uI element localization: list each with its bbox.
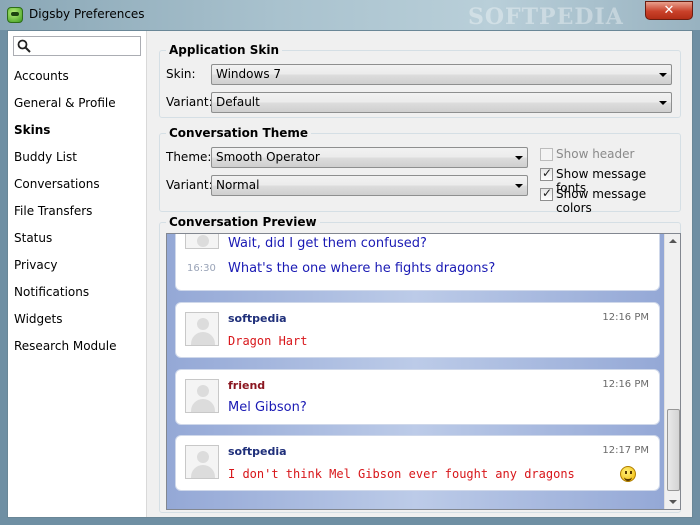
chevron-down-icon xyxy=(659,101,667,105)
scrollbar-thumb[interactable] xyxy=(667,409,680,491)
avatar xyxy=(185,445,219,479)
digsby-app-icon xyxy=(7,7,23,23)
skin-dropdown[interactable]: Windows 7 xyxy=(211,64,672,85)
message-bubble: softpedia 12:17 PM I don't think Mel Gib… xyxy=(175,435,660,491)
show-message-fonts-checkbox[interactable]: ✓ xyxy=(540,166,553,181)
theme-variant-label: Variant: xyxy=(166,178,213,192)
chevron-down-icon xyxy=(659,73,667,77)
search-icon xyxy=(17,39,31,53)
show-header-label: Show header xyxy=(556,147,635,161)
sidebar-item-privacy[interactable]: Privacy xyxy=(8,252,146,279)
sidebar-item-general-profile[interactable]: General & Profile xyxy=(8,90,146,117)
sender-name: softpedia xyxy=(228,312,287,325)
sidebar-item-widgets[interactable]: Widgets xyxy=(8,306,146,333)
message-text: I don't think Mel Gibson ever fought any… xyxy=(228,467,575,481)
conversation-preview-title: Conversation Preview xyxy=(166,215,320,229)
theme-dropdown[interactable]: Smooth Operator xyxy=(211,147,528,168)
message-text: Mel Gibson? xyxy=(228,400,307,415)
title-bar: Digsby Preferences SOFTPEDIA ✕ xyxy=(0,0,700,30)
skin-variant-dropdown[interactable]: Default xyxy=(211,92,672,113)
skin-label: Skin: xyxy=(166,67,196,81)
sidebar-item-status[interactable]: Status xyxy=(8,225,146,252)
sidebar: Accounts General & Profile Skins Buddy L… xyxy=(8,31,147,517)
message-text: Wait, did I get them confused? xyxy=(228,236,427,251)
sidebar-item-research-module[interactable]: Research Module xyxy=(8,333,146,360)
skin-variant-label: Variant: xyxy=(166,95,213,109)
message-time: 12:16 PM xyxy=(602,379,649,390)
sidebar-search-input[interactable] xyxy=(13,36,141,56)
theme-label: Theme: xyxy=(166,150,212,164)
theme-dropdown-value: Smooth Operator xyxy=(216,150,320,164)
preview-scrollbar[interactable] xyxy=(664,234,680,509)
skin-dropdown-value: Windows 7 xyxy=(216,67,282,81)
window-client-area: Accounts General & Profile Skins Buddy L… xyxy=(7,30,693,518)
message-time: 16:30 xyxy=(187,263,216,274)
message-time: 12:17 PM xyxy=(602,445,649,456)
avatar xyxy=(185,234,219,249)
application-skin-group: Application Skin Skin: Windows 7 Variant… xyxy=(159,43,681,118)
scroll-down-arrow-icon[interactable] xyxy=(669,500,677,504)
sidebar-item-notifications[interactable]: Notifications xyxy=(8,279,146,306)
checkmark-icon: ✓ xyxy=(542,186,553,200)
close-button[interactable]: ✕ xyxy=(645,1,693,20)
softpedia-watermark: SOFTPEDIA xyxy=(468,4,624,30)
chevron-down-icon xyxy=(515,184,523,188)
sidebar-item-skins[interactable]: Skins xyxy=(8,117,146,144)
avatar xyxy=(185,312,219,346)
sidebar-item-file-transfers[interactable]: File Transfers xyxy=(8,198,146,225)
conversation-preview-pane[interactable]: Wait, did I get them confused? 16:30 Wha… xyxy=(166,233,681,510)
conversation-theme-title: Conversation Theme xyxy=(166,126,312,140)
message-bubble: softpedia 12:16 PM Dragon Hart xyxy=(175,302,660,358)
chevron-down-icon xyxy=(515,156,523,160)
checkmark-icon: ✓ xyxy=(542,166,553,180)
sidebar-item-buddy-list[interactable]: Buddy List xyxy=(8,144,146,171)
show-message-colors-checkbox[interactable]: ✓ xyxy=(540,186,553,201)
smiley-icon xyxy=(620,466,636,482)
skin-variant-value: Default xyxy=(216,95,260,109)
theme-variant-value: Normal xyxy=(216,178,260,192)
theme-variant-dropdown[interactable]: Normal xyxy=(211,175,528,196)
message-time: 12:16 PM xyxy=(602,312,649,323)
show-message-colors-label: Show message colors xyxy=(556,187,647,215)
scroll-up-arrow-icon[interactable] xyxy=(669,239,677,243)
conversation-theme-group: Conversation Theme Theme: Smooth Operato… xyxy=(159,126,681,215)
message-text: Dragon Hart xyxy=(228,334,308,348)
application-skin-title: Application Skin xyxy=(166,43,282,57)
sidebar-item-conversations[interactable]: Conversations xyxy=(8,171,146,198)
sender-name: softpedia xyxy=(228,445,287,458)
sidebar-item-accounts[interactable]: Accounts xyxy=(8,63,146,90)
message-bubble: friend 12:16 PM Mel Gibson? xyxy=(175,369,660,425)
show-header-checkbox[interactable] xyxy=(540,148,553,161)
avatar xyxy=(185,379,219,413)
message-text: What's the one where he fights dragons? xyxy=(228,261,496,276)
message-bubble: Wait, did I get them confused? 16:30 Wha… xyxy=(175,234,660,291)
window-title: Digsby Preferences xyxy=(29,7,145,21)
sender-name: friend xyxy=(228,379,266,392)
